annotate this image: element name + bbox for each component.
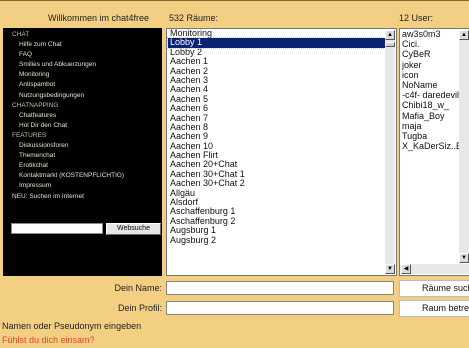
sidebar-link[interactable]: Hol Dir den Chat: [12, 121, 162, 131]
room-list-item[interactable]: Aschaffenburg 2: [168, 217, 385, 226]
room-list-item[interactable]: Allgäu: [168, 189, 385, 198]
room-list-item[interactable]: Augsburg 2: [168, 236, 385, 245]
users-count: 12 User:: [399, 13, 434, 23]
sidebar-link[interactable]: Impressum: [12, 181, 162, 191]
room-list-item[interactable]: Aachen 1: [168, 57, 385, 66]
sidebar-link[interactable]: NEU: Suchen im Internet: [12, 192, 162, 202]
welcome-title: Willkommen im chat4free: [48, 13, 150, 23]
room-list-item[interactable]: Aachen 5: [168, 95, 385, 104]
sidebar-link[interactable]: Diskussionsforen: [12, 141, 162, 151]
room-list-item[interactable]: Monitoring: [168, 29, 385, 38]
room-list-item[interactable]: Augsburg 1: [168, 226, 385, 235]
sidebar-link[interactable]: Smilies und Abkuerzungen: [12, 60, 162, 70]
sidebar-link[interactable]: Themenchat: [12, 151, 162, 161]
room-list-item[interactable]: Lobby 2: [168, 48, 385, 57]
room-list-item[interactable]: Aachen 20+Chat: [168, 160, 385, 169]
web-search-button[interactable]: Websuche: [106, 223, 161, 235]
scroll-thumb[interactable]: [385, 42, 395, 47]
top-border: [0, 0, 469, 1]
room-list-item[interactable]: Aachen 3: [168, 76, 385, 85]
profile-label: Dein Profil:: [117, 303, 162, 313]
search-rooms-button[interactable]: Räume suchen: [399, 280, 469, 297]
room-list-item[interactable]: Aachen 30+Chat 1: [168, 170, 385, 179]
room-items: Monitoring Lobby 1 Lobby 2 Aachen 1 Aachen 2…: [167, 29, 396, 245]
name-input[interactable]: [166, 281, 394, 295]
rooms-count: 532 Räume:: [169, 13, 219, 23]
sidebar-menu: CHAT Hilfe zum Chat FAQ Smilies und Abkuerz…: [12, 30, 162, 202]
scroll-left-icon[interactable]: ◀: [401, 264, 411, 274]
sidebar-link[interactable]: Monitoring: [12, 70, 162, 80]
room-list-item[interactable]: Aachen 10: [168, 142, 385, 151]
room-list-item[interactable]: Aachen 6: [168, 104, 385, 113]
lonely-link[interactable]: Fühlst du dich einsam?: [2, 335, 95, 345]
sidebar-link[interactable]: Nutzungsbedingungen: [12, 91, 162, 101]
sidebar-link[interactable]: Kontaktmarkt (KOSTENPFLICHTIG): [12, 171, 162, 181]
user-scroll-up-icon[interactable]: ▲: [459, 30, 469, 40]
room-list-item[interactable]: Aachen 7: [168, 114, 385, 123]
user-list-scrollbar[interactable]: ▲ ▼: [459, 30, 469, 263]
room-list-scrollbar[interactable]: ▲ ▼: [385, 30, 395, 274]
room-list-item[interactable]: Aachen 30+Chat 2: [168, 179, 385, 188]
sidebar-link[interactable]: Antispambot: [12, 80, 162, 90]
room-list-item[interactable]: Aachen 9: [168, 132, 385, 141]
sidebar-link[interactable]: Hilfe zum Chat: [12, 40, 162, 50]
scroll-up-icon[interactable]: ▲: [385, 30, 395, 40]
room-list-item[interactable]: Aachen 4: [168, 85, 385, 94]
profile-input[interactable]: [166, 301, 394, 315]
sidebar-section-heading: CHAT: [12, 31, 30, 38]
sidebar-link[interactable]: Erotikchat: [12, 161, 162, 171]
sidebar-nav: CHAT Hilfe zum Chat FAQ Smilies und Abkuerz…: [3, 28, 162, 276]
sidebar-section-heading: CHATNAPPING: [12, 101, 59, 109]
name-hint: Namen oder Pseudonym eingeben: [2, 321, 142, 331]
sidebar-link[interactable]: FAQ: [12, 50, 162, 60]
enter-room-button[interactable]: Raum betreten: [399, 300, 469, 317]
sidebar-link[interactable]: Chatfeatures: [12, 111, 162, 121]
room-list-item[interactable]: Aachen 2: [168, 67, 385, 76]
room-list-item[interactable]: Aachen 8: [168, 123, 385, 132]
user-scroll-down-icon[interactable]: ▼: [459, 253, 469, 263]
room-list-item[interactable]: Alsdorf: [168, 198, 385, 207]
scroll-down-icon[interactable]: ▼: [385, 264, 395, 274]
room-list-item[interactable]: Lobby 1: [167, 37, 386, 49]
name-label: Dein Name:: [114, 283, 162, 293]
room-list-item[interactable]: Aschaffenburg 1: [168, 207, 385, 216]
user-list-hscrollbar[interactable]: ◀: [401, 264, 469, 274]
web-search-input[interactable]: [11, 223, 103, 234]
room-list-item[interactable]: Aachen Flirt: [168, 151, 385, 160]
user-list[interactable]: aw3s0m3 Cici. CyBeR joker icon NoName -c4f- da…: [399, 28, 469, 276]
room-list[interactable]: Monitoring Lobby 1 Lobby 2 Aachen 1 Aachen 2…: [166, 28, 397, 276]
sidebar-section-heading: FEATURES: [12, 131, 47, 139]
